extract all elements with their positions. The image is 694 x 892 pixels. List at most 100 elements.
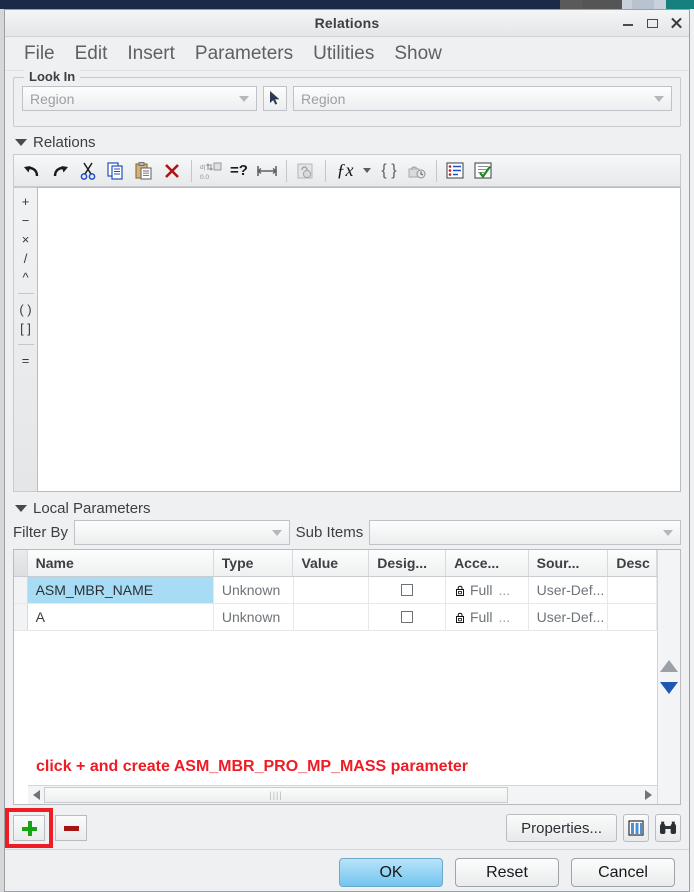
cut-button[interactable] <box>74 157 102 184</box>
show-relations-button[interactable] <box>442 157 470 184</box>
look-in-target-value: Region <box>301 90 346 107</box>
redo-button[interactable] <box>46 157 74 184</box>
evaluate-button[interactable]: =? <box>225 157 253 184</box>
undo-button[interactable] <box>18 157 46 184</box>
columns-button[interactable] <box>623 814 649 842</box>
maximize-button[interactable] <box>646 17 659 30</box>
cell-value[interactable] <box>294 604 370 630</box>
cell-description[interactable] <box>608 604 657 630</box>
scroll-track[interactable]: |||| <box>44 787 639 803</box>
filter-row: Filter By Sub Items <box>13 519 681 545</box>
cell-description[interactable] <box>608 577 657 603</box>
table-row[interactable]: ASM_MBR_NAME Unknown Full ... User-Def..… <box>14 577 657 604</box>
look-in-target-combo[interactable]: Region <box>293 86 672 111</box>
window-controls <box>622 10 683 36</box>
table-row[interactable]: A Unknown Full ... User-Def... <box>14 604 657 631</box>
cell-source[interactable]: User-Def... <box>529 604 609 630</box>
access-value: Full <box>469 582 493 598</box>
cell-type[interactable]: Unknown <box>214 604 294 630</box>
copy-button[interactable] <box>102 157 130 184</box>
verify-relations-button[interactable] <box>470 157 498 184</box>
minimize-button[interactable] <box>622 17 635 30</box>
cell-source[interactable]: User-Def... <box>529 577 609 603</box>
find-button[interactable] <box>655 814 681 842</box>
menu-file[interactable]: File <box>15 41 64 67</box>
look-in-type-combo[interactable]: Region <box>22 86 257 111</box>
access-more[interactable]: ... <box>499 609 511 625</box>
delete-button[interactable] <box>158 157 186 184</box>
insert-braces-button[interactable]: { } <box>375 157 403 184</box>
remove-parameter-button[interactable] <box>55 815 87 841</box>
menu-utilities[interactable]: Utilities <box>304 41 383 67</box>
function-dropdown-button[interactable] <box>359 157 375 184</box>
sub-items-input[interactable] <box>369 519 681 545</box>
row-nav-controls <box>657 550 680 804</box>
menu-parameters[interactable]: Parameters <box>186 41 302 67</box>
reset-button[interactable]: Reset <box>455 858 559 887</box>
look-in-row: Region Region <box>14 78 680 111</box>
cell-value[interactable] <box>294 577 370 603</box>
redo-icon <box>53 165 68 176</box>
operator-divide[interactable]: / <box>14 249 37 268</box>
scroll-thumb[interactable]: |||| <box>44 787 509 803</box>
column-header-access[interactable]: Acce... <box>446 550 529 576</box>
braces-icon: { } <box>381 161 397 179</box>
horizontal-scrollbar[interactable]: |||| <box>28 785 657 804</box>
scroll-right-button[interactable] <box>639 790 657 800</box>
measure-button[interactable] <box>253 157 281 184</box>
ok-button[interactable]: OK <box>339 858 443 887</box>
menu-edit[interactable]: Edit <box>66 41 117 67</box>
instruction-annotation: click + and create ASM_MBR_PRO_MP_MASS p… <box>36 758 469 775</box>
units-button[interactable] <box>292 157 320 184</box>
column-header-description[interactable]: Desc <box>608 550 657 576</box>
sub-items-label: Sub Items <box>295 523 364 541</box>
cell-designate[interactable] <box>369 577 446 603</box>
designate-checkbox[interactable] <box>401 584 414 596</box>
operator-brackets[interactable]: [ ] <box>14 319 37 338</box>
lock-icon <box>454 583 469 598</box>
cell-access[interactable]: Full ... <box>446 604 529 630</box>
filter-by-input[interactable] <box>74 519 290 545</box>
column-header-designate[interactable]: Desig... <box>369 550 447 576</box>
operator-power[interactable]: ^ <box>14 268 37 287</box>
cell-type[interactable]: Unknown <box>214 577 294 603</box>
sort-parameters-button[interactable]: d| 0.0 <box>197 157 225 184</box>
relations-dialog: Relations File Edit Insert Parameters Ut… <box>4 9 690 892</box>
function-button[interactable]: ƒx <box>331 157 359 184</box>
cancel-button[interactable]: Cancel <box>571 858 675 887</box>
scroll-left-button[interactable] <box>28 790 44 800</box>
column-header-type[interactable]: Type <box>214 550 294 576</box>
operator-minus[interactable]: − <box>14 211 37 230</box>
column-header-source[interactable]: Sour... <box>529 550 609 576</box>
relations-toolbar: d| 0.0 =? ƒx {} <box>13 154 681 187</box>
toolbar-separator <box>436 159 437 182</box>
cell-name[interactable]: A <box>28 604 214 630</box>
history-button[interactable] <box>403 157 431 184</box>
relations-text-editor[interactable] <box>37 187 681 492</box>
column-header-value[interactable]: Value <box>293 550 370 576</box>
cell-access[interactable]: Full ... <box>446 577 529 603</box>
relations-section-header[interactable]: Relations <box>5 127 689 154</box>
access-more[interactable]: ... <box>499 582 511 598</box>
scroll-up-arrow-icon[interactable] <box>660 660 678 672</box>
properties-button[interactable]: Properties... <box>506 814 617 842</box>
look-in-group: Look In Region Region <box>13 69 681 127</box>
select-object-button[interactable] <box>263 86 287 111</box>
cell-name[interactable]: ASM_MBR_NAME <box>27 577 214 603</box>
local-parameters-title: Local Parameters <box>33 500 151 517</box>
close-button[interactable] <box>670 17 683 30</box>
paste-button[interactable] <box>130 157 158 184</box>
application-root: Relations File Edit Insert Parameters Ut… <box>0 0 694 892</box>
menu-insert[interactable]: Insert <box>118 41 184 67</box>
cursor-arrow-icon <box>270 91 280 105</box>
operator-multiply[interactable]: × <box>14 230 37 249</box>
cell-designate[interactable] <box>369 604 446 630</box>
menu-show[interactable]: Show <box>385 41 451 67</box>
designate-checkbox[interactable] <box>401 611 414 623</box>
operator-parentheses[interactable]: ( ) <box>14 300 37 319</box>
operator-plus[interactable]: + <box>14 192 37 211</box>
scroll-down-arrow-icon[interactable] <box>660 682 678 694</box>
operator-equals[interactable]: = <box>14 351 37 370</box>
column-header-name[interactable]: Name <box>28 550 214 576</box>
local-parameters-section-header[interactable]: Local Parameters <box>5 492 689 519</box>
